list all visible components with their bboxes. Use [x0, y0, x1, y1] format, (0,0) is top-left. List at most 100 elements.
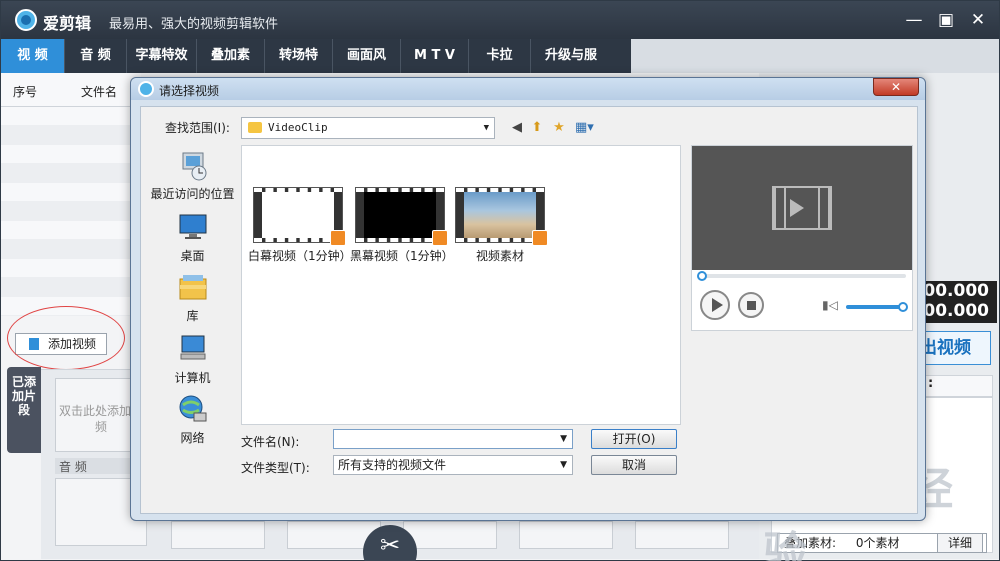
stop-button[interactable] [738, 292, 764, 318]
desktop-icon [177, 211, 209, 243]
file-label: 视频素材 [475, 249, 524, 263]
app-logo-icon [138, 81, 154, 97]
filename-label: 文件名(N): [241, 435, 300, 449]
open-button[interactable]: 打开(O) [591, 429, 677, 449]
tab-karaoke[interactable]: 卡拉OK [469, 39, 531, 97]
added-clips-tab[interactable]: 已添加片段 [7, 367, 41, 453]
place-computer[interactable]: 计算机 [145, 333, 240, 386]
list-row [1, 183, 141, 202]
clip-slot[interactable] [519, 521, 613, 549]
network-icon [177, 393, 209, 425]
view-menu-icon[interactable]: ▦▾ [575, 120, 594, 136]
list-row [1, 107, 141, 126]
dialog-toolbar: ◀ ⬆ ★ ▦▾ [509, 118, 609, 138]
volume-icon: ▮◁ [822, 298, 838, 312]
tab-subtitle-effects[interactable]: 字幕特效 [127, 39, 197, 73]
recent-places-icon [177, 149, 209, 181]
place-label: 库 [186, 309, 199, 323]
tab-transition-effects[interactable]: 转场特效 [265, 39, 333, 97]
place-label: 网络 [180, 431, 205, 445]
file-label: 白幕视频（1分钟） [248, 249, 352, 263]
list-row [1, 164, 141, 183]
look-in-select[interactable]: VideoClip ▼ [241, 117, 495, 139]
tab-audio[interactable]: 音 频 [65, 39, 127, 73]
library-icon [177, 271, 209, 303]
dialog-body: 查找范围(I): VideoClip ▼ ◀ ⬆ ★ ▦▾ 最近访问的位置 桌面… [140, 106, 918, 514]
main-tabs: 视 频 音 频 字幕特效 叠加素材 转场特效 画面风格 M T V 卡拉OK 升… [1, 39, 631, 97]
dialog-title-bar: 请选择视频 ✕ [131, 78, 925, 100]
tab-video[interactable]: 视 频 [1, 39, 65, 73]
info-header: : [921, 375, 993, 397]
up-folder-icon[interactable]: ⬆ [529, 120, 545, 136]
list-row [1, 126, 141, 145]
play-icon [790, 199, 804, 217]
play-badge-icon [432, 230, 448, 246]
file-list-header: 序号 文件名 [1, 73, 141, 107]
clip-slots-row [131, 521, 759, 549]
chevron-down-icon: ▼ [483, 123, 489, 133]
play-badge-icon [330, 230, 346, 246]
volume-handle[interactable] [898, 302, 908, 312]
time-value-1: 00.000 [923, 281, 989, 301]
play-button[interactable] [700, 290, 730, 320]
add-video-button[interactable]: 添加视频 [15, 333, 107, 355]
cancel-button[interactable]: 取消 [591, 455, 677, 475]
folder-icon [248, 122, 262, 133]
app-name: 爱剪辑 [43, 14, 92, 33]
volume-slider[interactable] [846, 302, 908, 312]
title-bar: 爱剪辑 最易用、强大的视频剪辑软件 — ▣ ✕ [1, 1, 999, 39]
chevron-down-icon: ▼ [560, 460, 567, 470]
tabs-empty-area [631, 39, 999, 73]
clip-slot[interactable] [171, 521, 265, 549]
file-item-white[interactable]: 白幕视频（1分钟） [248, 187, 352, 264]
list-row [1, 221, 141, 240]
file-view: 白幕视频（1分钟） 黑幕视频（1分钟） 视频素材 [241, 145, 681, 425]
preview-progress-bar[interactable] [697, 271, 906, 281]
time-display: 00.000 00.000 [919, 281, 997, 323]
progress-handle[interactable] [697, 271, 707, 281]
list-row [1, 145, 141, 164]
chevron-down-icon[interactable]: ▼ [560, 430, 567, 448]
column-filename: 文件名 [81, 85, 118, 99]
minimize-icon[interactable]: — [901, 7, 927, 33]
video-thumbnail [253, 187, 346, 246]
new-folder-icon[interactable]: ★ [551, 120, 567, 136]
tab-mtv[interactable]: M T V [401, 39, 469, 73]
back-icon[interactable]: ◀ [509, 120, 525, 136]
places-bar: 最近访问的位置 桌面 库 计算机 网络 [145, 143, 240, 508]
place-library[interactable]: 库 [145, 271, 240, 324]
list-row [1, 297, 141, 316]
file-item-material[interactable]: 视频素材 [450, 187, 550, 264]
video-thumbnail [355, 187, 448, 246]
file-label: 黑幕视频（1分钟） [350, 249, 454, 263]
restore-icon[interactable]: ▣ [933, 7, 959, 33]
filetype-select[interactable]: 所有支持的视频文件 ▼ [333, 455, 573, 475]
list-row [1, 278, 141, 297]
thumb-frame [364, 192, 436, 238]
play-badge-icon [532, 230, 548, 246]
list-row [1, 240, 141, 259]
filetype-label: 文件类型(T): [241, 461, 310, 475]
filename-input[interactable]: ▼ [333, 429, 573, 449]
film-icon [26, 338, 42, 350]
tab-overlay-material[interactable]: 叠加素材 [197, 39, 265, 97]
tab-picture-style[interactable]: 画面风格 [333, 39, 401, 97]
place-recent[interactable]: 最近访问的位置 [145, 149, 240, 202]
filetype-value: 所有支持的视频文件 [338, 458, 447, 472]
app-logo-icon [15, 9, 37, 31]
app-slogan: 最易用、强大的视频剪辑软件 [109, 17, 279, 32]
preview-screen [692, 146, 912, 270]
place-network[interactable]: 网络 [145, 393, 240, 446]
tab-upgrade-service[interactable]: 升级与服务 [531, 39, 611, 97]
place-desktop[interactable]: 桌面 [145, 211, 240, 264]
add-video-label: 添加视频 [48, 337, 97, 351]
file-item-black[interactable]: 黑幕视频（1分钟） [350, 187, 454, 264]
dialog-title: 请选择视频 [159, 84, 220, 98]
list-row [1, 259, 141, 278]
video-thumbnail [455, 187, 548, 246]
close-icon[interactable]: ✕ [965, 7, 991, 33]
clip-slot[interactable] [635, 521, 729, 549]
place-label: 桌面 [180, 249, 205, 263]
clip-slot[interactable] [403, 521, 497, 549]
dialog-close-button[interactable]: ✕ [873, 78, 919, 96]
